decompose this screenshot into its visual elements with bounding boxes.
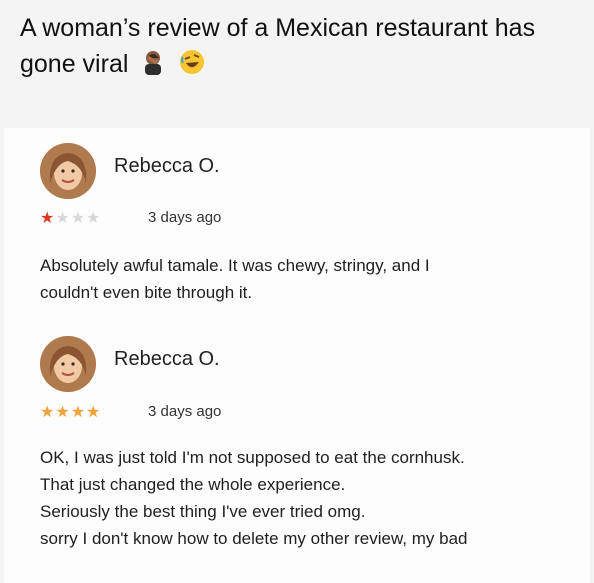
star-rating: ★★★★ — [40, 402, 101, 422]
rofl-emoji-icon — [178, 48, 206, 86]
review-line: OK, I was just told I'm not supposed to … — [40, 448, 465, 467]
star-filled-icon: ★ — [55, 404, 71, 421]
review-line: sorry I don't know how to delete my othe… — [40, 529, 468, 548]
reviewer-name[interactable]: Rebecca O. — [114, 348, 220, 371]
star-filled-icon: ★ — [70, 404, 87, 421]
review-date: 3 days ago — [148, 209, 222, 226]
review-line: Absolutely awful tamale. It was chewy, s… — [40, 256, 430, 275]
star-empty-icon: ★ — [55, 210, 71, 227]
review-text: OK, I was just told I'm not supposed to … — [40, 444, 580, 552]
star-filled-icon: ★ — [40, 210, 56, 227]
review-line: That just changed the whole experience. — [40, 475, 346, 494]
star-rating: ★★★★ — [40, 208, 101, 228]
review-date: 3 days ago — [148, 403, 222, 420]
review-card: Rebecca O. ★★★★ 3 days ago Absolutely aw… — [4, 128, 590, 583]
avatar[interactable] — [40, 143, 96, 199]
reviewer-name[interactable]: Rebecca O. — [114, 155, 220, 178]
post-header: A woman’s review of a Mexican restaurant… — [20, 10, 580, 86]
star-filled-icon: ★ — [86, 404, 102, 421]
star-filled-icon: ★ — [40, 404, 56, 421]
facepalm-emoji-icon — [139, 48, 167, 86]
review-line: Seriously the best thing I've ever tried… — [40, 502, 366, 521]
review-line: couldn't even bite through it. — [40, 283, 253, 302]
star-empty-icon: ★ — [86, 210, 102, 227]
star-empty-icon: ★ — [70, 210, 87, 227]
review-text: Absolutely awful tamale. It was chewy, s… — [40, 252, 580, 306]
post-title: A woman’s review of a Mexican restaurant… — [20, 14, 536, 78]
avatar[interactable] — [40, 336, 96, 392]
